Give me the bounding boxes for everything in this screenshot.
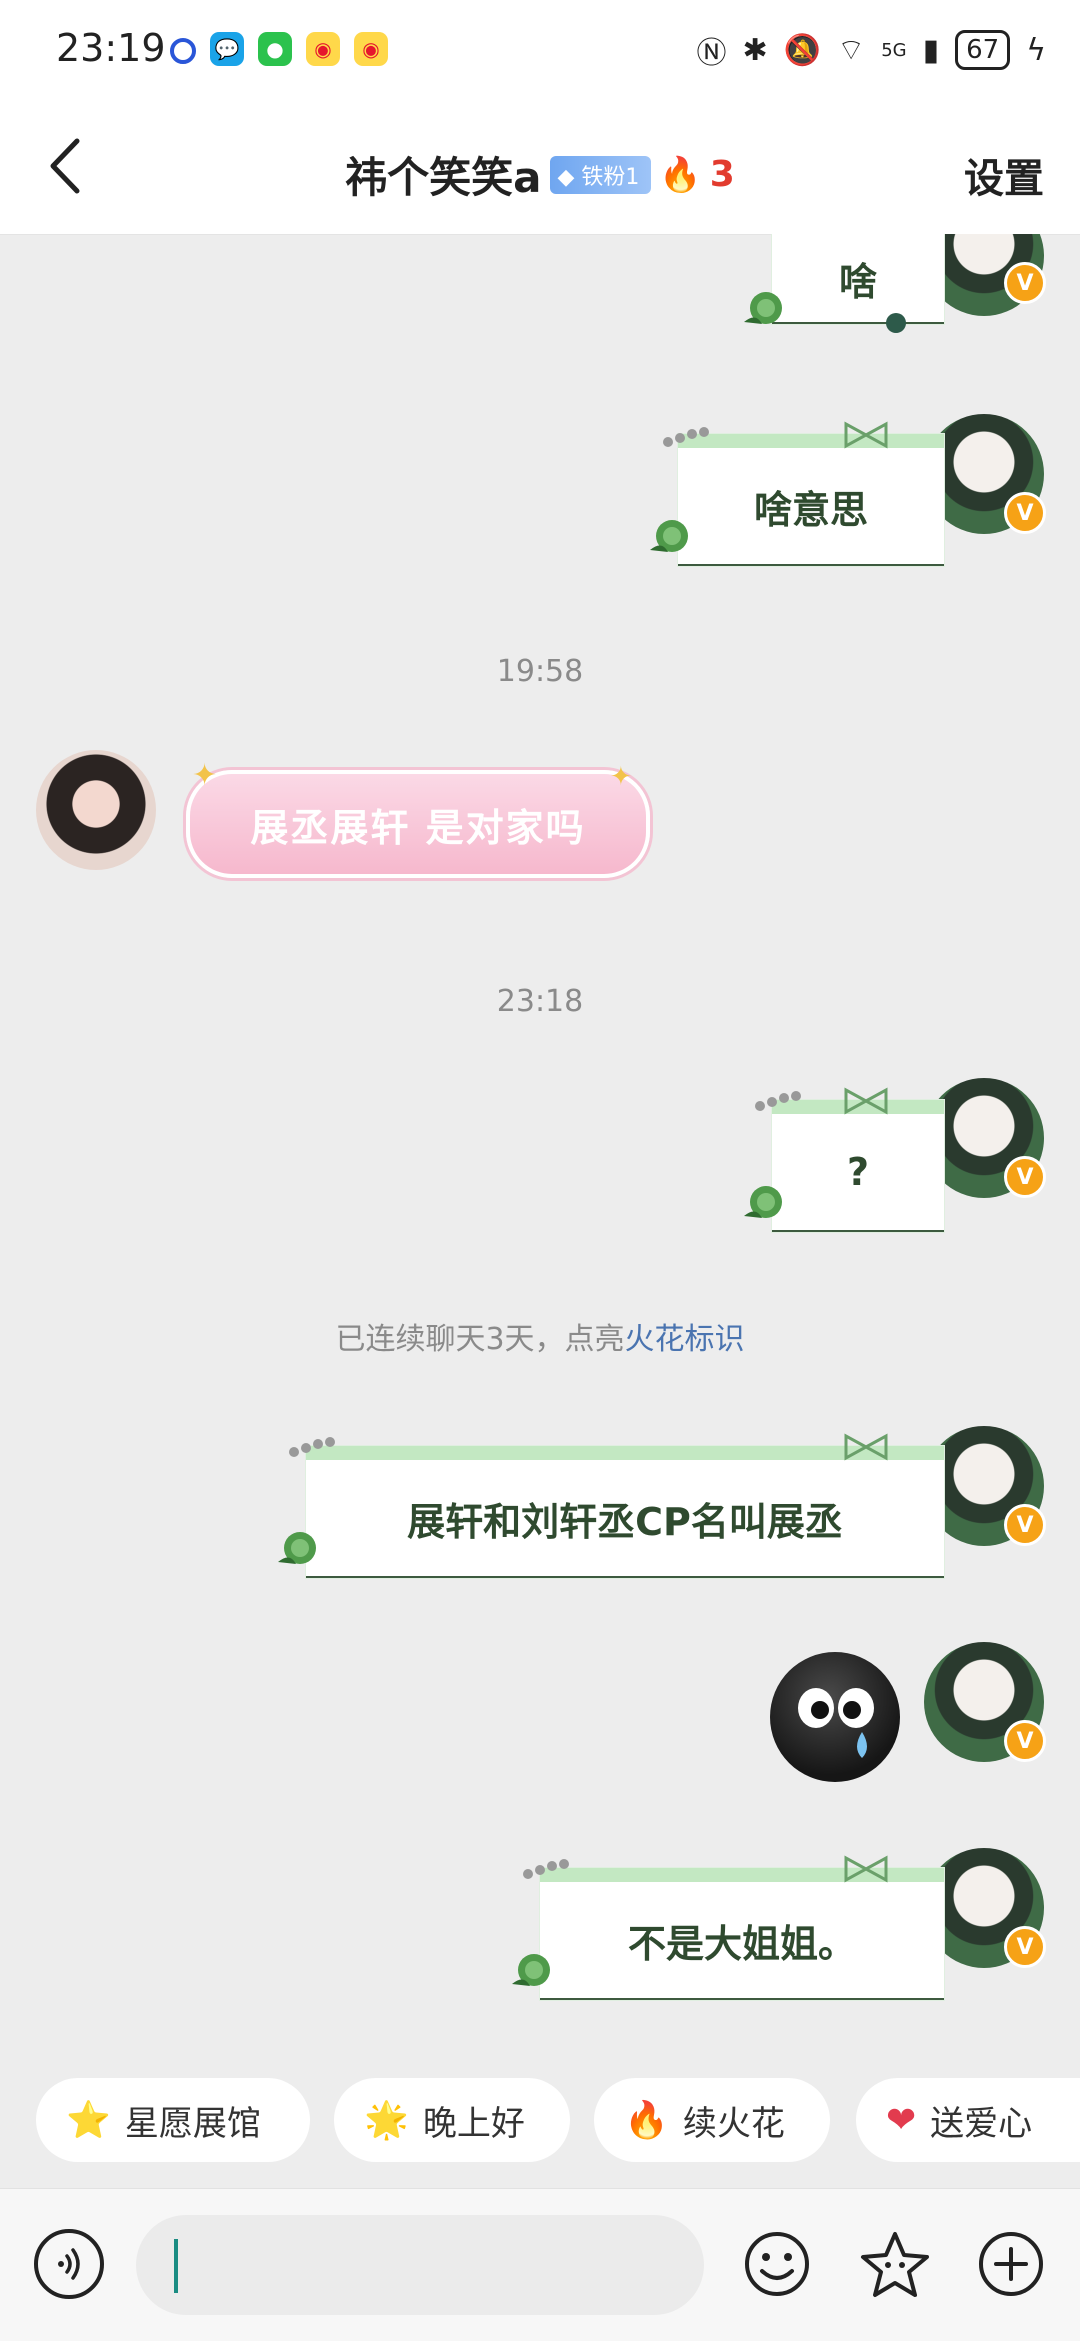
message-text: 啥意思: [753, 487, 868, 532]
plus-icon: [979, 2232, 1043, 2296]
message-app-icon: 💬: [210, 32, 244, 66]
fire-icon: 🔥: [624, 2100, 669, 2141]
message-bubble[interactable]: 展丞展轩 是对家吗: [186, 770, 650, 878]
sparkle-icon: ✦: [192, 758, 218, 793]
bead-chain-icon: [523, 1859, 569, 1879]
favorites-sticker-button[interactable]: [858, 2227, 932, 2301]
system-notice: 已连续聊天3天，点亮火花标识: [0, 1314, 1080, 1358]
quick-reply-bar: ⭐ 星愿展馆 🌟 晚上好 🔥 续火花 ❤ 送爱心: [0, 2068, 1080, 2180]
message-bubble[interactable]: 展轩和刘轩丞CP名叫展丞: [306, 1446, 944, 1578]
bead-icon: [886, 313, 906, 333]
rose-icon: [512, 1954, 550, 1986]
verified-badge-icon: V: [1004, 1720, 1046, 1762]
rose-icon: [278, 1532, 316, 1564]
mute-icon: 🔕: [783, 32, 821, 68]
voice-input-button[interactable]: [34, 2229, 104, 2299]
bow-icon: [844, 1087, 888, 1115]
timestamp: 19:58: [496, 654, 584, 689]
spark-mark-link[interactable]: 火花标识: [625, 1322, 745, 1357]
verified-badge-icon: V: [1004, 492, 1046, 534]
chip-label: 送爱心: [930, 2103, 1033, 2144]
quick-reply-star-gallery[interactable]: ⭐ 星愿展馆: [36, 2078, 310, 2162]
sticker-crying-face-icon[interactable]: [770, 1652, 900, 1782]
weibo-icon: ◉: [306, 32, 340, 66]
input-bar: [0, 2188, 1080, 2341]
wechat-icon: ●: [258, 32, 292, 66]
fan-badge: ◆ 铁粉1: [549, 155, 652, 194]
status-bar: 23:19 💬 ● ◉ ◉ Ⓝ ✱ 🔕 ⌔ 5G ▮ 67 ϟ: [0, 0, 1080, 100]
fan-badge-label: 铁粉1: [581, 164, 640, 190]
sparkle-icon: ✦: [610, 762, 632, 792]
quick-reply-good-evening[interactable]: 🌟 晚上好: [334, 2078, 570, 2162]
bead-chain-icon: [663, 427, 709, 447]
contact-name: 祎个笑笑a: [345, 153, 542, 202]
heart-icon: ❤: [886, 2099, 917, 2141]
message-text: 展丞展轩 是对家吗: [250, 805, 586, 850]
bow-icon: [844, 421, 888, 449]
quick-reply-continue-spark[interactable]: 🔥 续火花: [594, 2078, 830, 2162]
message-bubble[interactable]: 啥意思: [678, 434, 944, 566]
signal-icon: ▮: [922, 32, 940, 68]
contact-avatar[interactable]: [36, 750, 156, 870]
message-text: 啥: [838, 259, 877, 304]
bow-icon: [844, 1433, 888, 1461]
message-text: 不是大姐姐。: [627, 1921, 856, 1966]
bow-icon: [844, 1855, 888, 1883]
quick-reply-send-love[interactable]: ❤ 送爱心: [856, 2078, 1080, 2162]
voice-wave-icon: [58, 2248, 80, 2280]
system-notice-text: 已连续聊天3天，点亮: [335, 1322, 625, 1357]
status-time: 23:19: [56, 26, 166, 70]
verified-badge-icon: V: [1004, 1926, 1046, 1968]
emoji-button[interactable]: [740, 2227, 814, 2301]
message-text: 展轩和刘轩丞CP名叫展丞: [407, 1499, 843, 1544]
rose-icon: [650, 520, 688, 552]
nfc-icon: Ⓝ: [696, 36, 727, 71]
message-bubble[interactable]: 不是大姐姐。: [540, 1868, 944, 2000]
bead-chain-icon: [289, 1437, 335, 1457]
message-text: ?: [846, 1150, 870, 1194]
smiley-icon: [745, 2232, 809, 2296]
timestamp: 23:18: [496, 984, 584, 1019]
wifi-icon: ⌔: [836, 33, 866, 68]
spark-count: 3: [709, 154, 735, 195]
charging-icon: ϟ: [1026, 32, 1046, 68]
verified-badge-icon: V: [1004, 1504, 1046, 1546]
bead-chain-icon: [755, 1091, 801, 1111]
verified-badge-icon: V: [1004, 262, 1046, 304]
star-face-icon: 🌟: [364, 2100, 409, 2141]
more-actions-button[interactable]: [974, 2227, 1048, 2301]
rose-icon: [744, 1186, 782, 1218]
chat-title: 祎个笑笑a ◆ 铁粉1 🔥 3: [0, 144, 1080, 205]
fire-icon: 🔥: [659, 154, 702, 195]
battery-indicator: 67: [955, 30, 1011, 70]
settings-button[interactable]: 设置: [964, 146, 1044, 204]
chip-label: 续火花: [682, 2103, 785, 2144]
weibo-icon-2: ◉: [354, 32, 388, 66]
verified-badge-icon: V: [1004, 1156, 1046, 1198]
star-face-icon: ⭐: [66, 2100, 111, 2141]
sticker-face-icon: [798, 1688, 874, 1758]
network-label: 5G: [881, 39, 907, 61]
app-notification-icon: [170, 38, 196, 64]
chip-label: 星愿展馆: [124, 2103, 261, 2144]
text-caret: [174, 2239, 178, 2293]
rose-icon: [744, 292, 782, 324]
bluetooth-icon: ✱: [742, 32, 768, 68]
message-list[interactable]: V 啥 V 啥意思 19:58 展丞展轩 是对家吗 ✦ ✦ 23:18 V ? …: [0, 234, 1080, 2068]
star-icon: [861, 2232, 929, 2297]
system-status-icons: Ⓝ ✱ 🔕 ⌔ 5G ▮ 67 ϟ: [696, 28, 1046, 72]
message-input[interactable]: [136, 2215, 704, 2315]
chip-label: 晚上好: [422, 2103, 525, 2144]
chat-header: 祎个笑笑a ◆ 铁粉1 🔥 3 设置: [0, 100, 1080, 235]
notification-icons: 💬 ● ◉ ◉: [170, 32, 388, 66]
